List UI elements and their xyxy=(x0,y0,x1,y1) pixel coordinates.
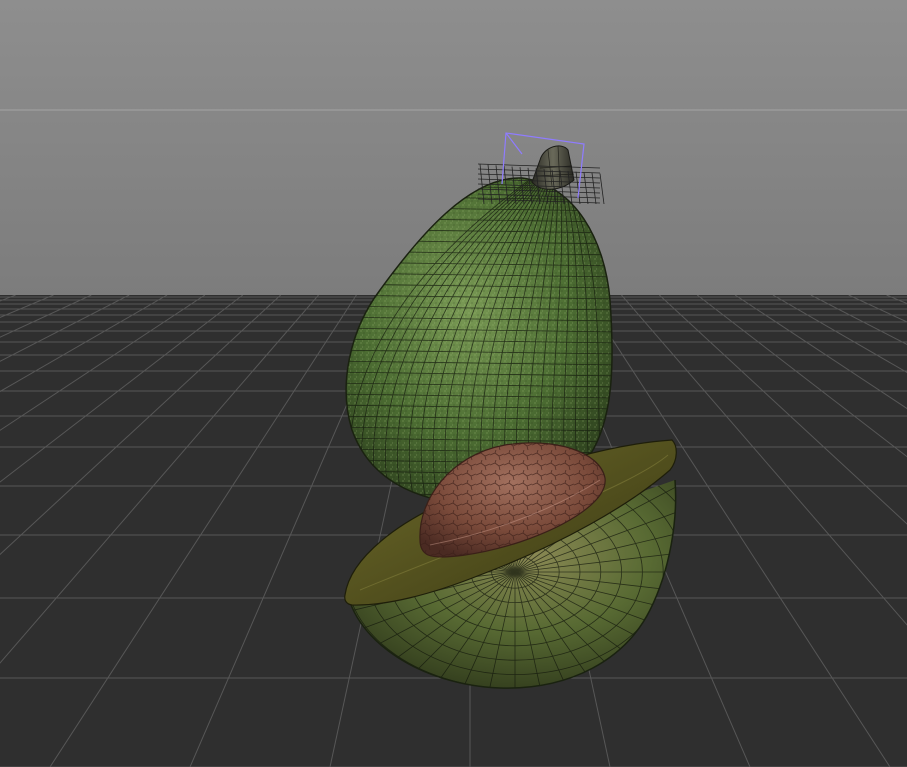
3d-viewport[interactable] xyxy=(0,0,907,767)
viewport-canvas[interactable] xyxy=(0,0,907,767)
